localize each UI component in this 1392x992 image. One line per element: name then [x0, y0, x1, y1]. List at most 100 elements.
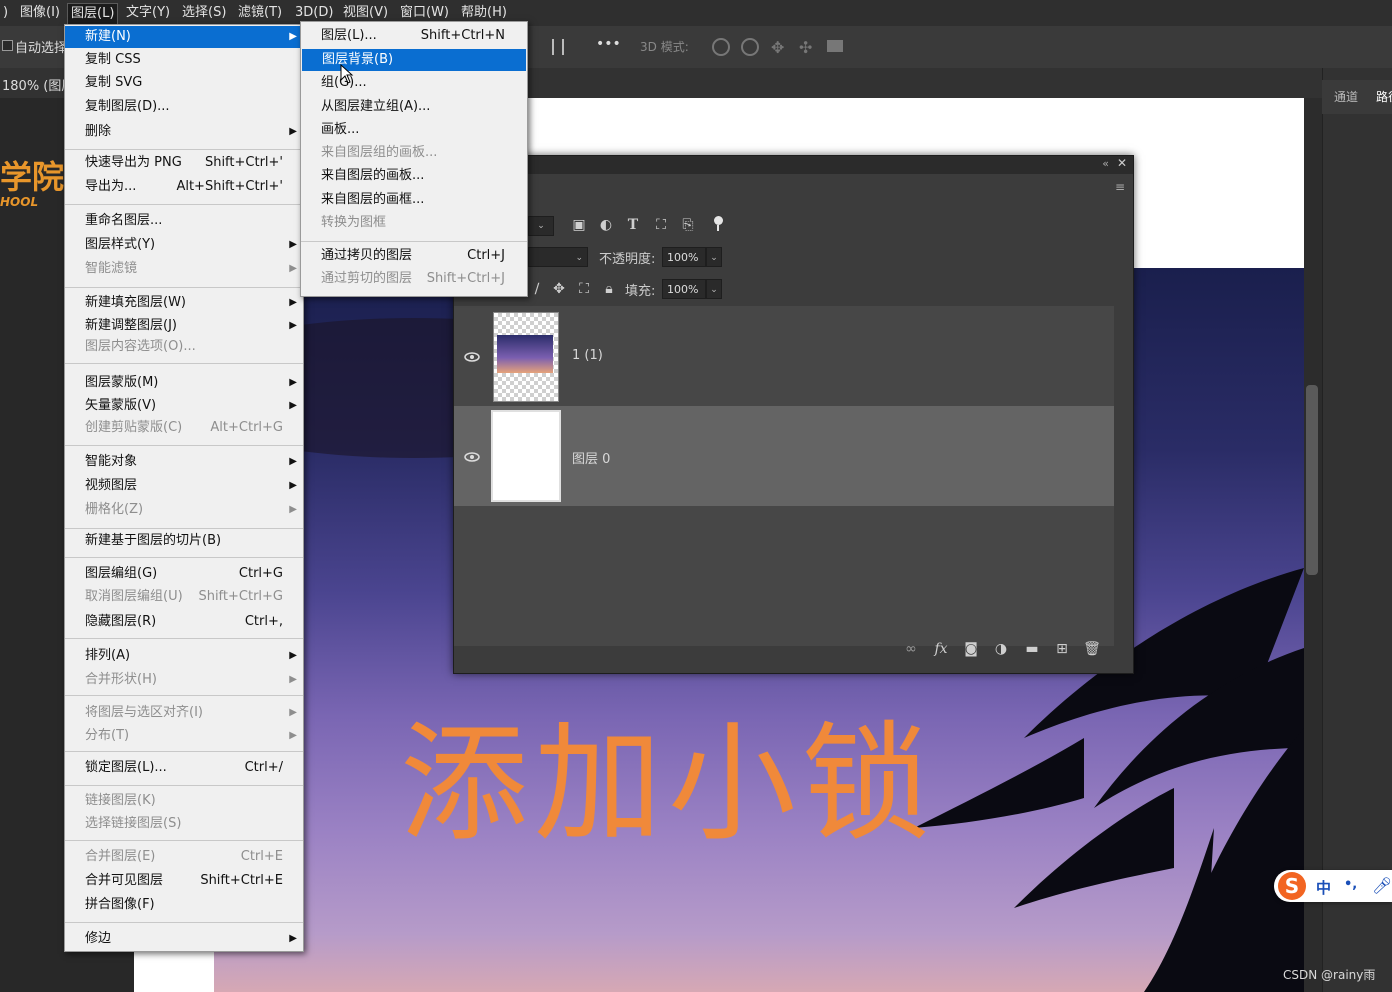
menu-item-layer[interactable]: 图层(L)	[67, 3, 119, 25]
link-layers-icon[interactable]: ∞	[902, 640, 920, 658]
layer-menu-item[interactable]: 取消图层编组(U) Shift+Ctrl+G	[65, 586, 303, 608]
fill-field[interactable]: 100%	[662, 279, 706, 299]
layer-menu-item[interactable]: 图层编组(G) Ctrl+G	[65, 563, 303, 585]
3d-scale-icon[interactable]	[827, 40, 843, 52]
layer-menu-item[interactable]: 选择链接图层(S)	[65, 813, 303, 835]
fill-dropdown[interactable]: ⌄	[706, 279, 722, 299]
3d-orbit-icon[interactable]	[712, 38, 730, 56]
lock-artboard-icon[interactable]: ⛶	[575, 280, 593, 298]
3d-slide-icon[interactable]: ✣	[799, 38, 812, 57]
collapse-icon[interactable]: «	[1102, 157, 1109, 170]
layer-menu-item[interactable]: 修边 ▶	[65, 928, 303, 950]
lock-pixels-brush-icon[interactable]: ∕	[528, 280, 546, 298]
menu-item-3d[interactable]: 3D(D)	[292, 3, 336, 23]
eye-icon[interactable]	[464, 452, 480, 462]
filter-shape-icon[interactable]: ⛶	[652, 216, 670, 234]
menu-item-select[interactable]: 选择(S)	[179, 3, 229, 23]
layer-menu-item[interactable]: 图层内容选项(O)...	[65, 336, 303, 358]
layer-row[interactable]: 1 (1)	[454, 306, 1114, 406]
new-layer-icon[interactable]: ⊞	[1053, 640, 1071, 658]
filter-type-icon[interactable]: T	[624, 216, 642, 234]
eye-icon[interactable]	[464, 352, 480, 362]
new-submenu-item[interactable]: 来自图层组的画板...	[301, 142, 525, 164]
3d-pan-icon[interactable]: ✥	[771, 38, 784, 57]
layer-menu-item[interactable]: 图层蒙版(M) ▶	[65, 372, 303, 394]
layer-menu-item[interactable]: 导出为... Alt+Shift+Ctrl+'	[65, 176, 303, 198]
layer-menu-item[interactable]: 删除 ▶	[65, 121, 303, 143]
layer-menu-item[interactable]: 智能滤镜 ▶	[65, 258, 303, 280]
close-icon[interactable]: ✕	[1117, 156, 1127, 170]
filter-image-icon[interactable]: ▣	[570, 216, 588, 234]
menu-item-filter[interactable]: 滤镜(T)	[235, 3, 285, 23]
layer-menu-item[interactable]: 复制图层(D)...	[65, 96, 303, 118]
microphone-icon[interactable]: 🎤︎	[1372, 876, 1392, 895]
filter-kind-dropdown[interactable]: ⌄	[528, 216, 554, 236]
layer-menu-item[interactable]: 排列(A) ▶	[65, 645, 303, 667]
layer-name[interactable]: 图层 0	[572, 448, 610, 467]
new-submenu-item[interactable]: 转换为图框	[301, 212, 525, 234]
filter-toggle-icon[interactable]	[714, 216, 723, 225]
menu-item-image[interactable]: 图像(I)	[17, 3, 63, 23]
layer-menu-item[interactable]: 智能对象 ▶	[65, 451, 303, 473]
layer-menu-item[interactable]: 合并可见图层 Shift+Ctrl+E	[65, 870, 303, 892]
ime-punct[interactable]: •,	[1344, 877, 1357, 892]
layer-menu-item[interactable]: 新建基于图层的切片(B)	[65, 530, 303, 552]
new-submenu-item[interactable]: 图层(L)... Shift+Ctrl+N	[301, 25, 525, 47]
layer-menu-item[interactable]: 栅格化(Z) ▶	[65, 499, 303, 521]
opacity-field[interactable]: 100%	[662, 247, 706, 267]
panel-menu-icon[interactable]: ≡	[1115, 180, 1125, 194]
align-icon[interactable]	[552, 39, 564, 55]
layer-menu-item[interactable]: 将图层与选区对齐(I) ▶	[65, 702, 303, 724]
layer-menu-item[interactable]: 隐藏图层(R) Ctrl+,	[65, 611, 303, 633]
new-submenu-item[interactable]: 通过剪切的图层 Shift+Ctrl+J	[301, 268, 525, 290]
new-submenu-item[interactable]: 通过拷贝的图层 Ctrl+J	[301, 245, 525, 267]
menu-item-type[interactable]: 文字(Y)	[123, 3, 173, 23]
scrollbar-thumb[interactable]	[1306, 385, 1318, 575]
new-submenu-item[interactable]: 组(G)...	[301, 72, 525, 94]
layer-row-selected[interactable]: 图层 0	[454, 406, 1114, 506]
3d-roll-icon[interactable]	[741, 38, 759, 56]
layer-menu-item[interactable]: 合并形状(H) ▶	[65, 669, 303, 691]
tab-channels[interactable]: 通道	[1334, 88, 1358, 105]
layer-menu-item[interactable]: 视频图层 ▶	[65, 475, 303, 497]
new-submenu-item[interactable]: 来自图层的画框...	[301, 189, 525, 211]
adjustment-layer-icon[interactable]: ◑	[992, 640, 1010, 658]
layer-menu-item[interactable]: 链接图层(K)	[65, 790, 303, 812]
fx-icon[interactable]: fx	[932, 640, 950, 658]
new-submenu-item[interactable]: 从图层建立组(A)...	[301, 96, 525, 118]
new-submenu-item[interactable]: 来自图层的画板...	[301, 165, 525, 187]
layer-menu-item[interactable]: 新建(N) ▶	[65, 26, 303, 48]
more-options-button[interactable]: •••	[596, 36, 621, 52]
menu-item-window[interactable]: 窗口(W)	[397, 3, 452, 23]
filter-smartobject-icon[interactable]: ⎘	[679, 216, 697, 234]
layer-menu-item[interactable]: 分布(T) ▶	[65, 725, 303, 747]
ime-toolbar[interactable]: S 中 •, 🎤︎	[1274, 870, 1392, 902]
auto-select-checkbox[interactable]	[2, 40, 13, 51]
lock-all-icon[interactable]: 🔒︎	[600, 280, 618, 298]
lock-position-icon[interactable]: ✥	[550, 280, 568, 298]
ime-lang[interactable]: 中	[1316, 877, 1331, 898]
layer-menu-item[interactable]: 复制 SVG	[65, 72, 303, 94]
layer-menu-item[interactable]: 重命名图层...	[65, 210, 303, 232]
tab-paths[interactable]: 路径	[1376, 88, 1392, 105]
blend-mode-dropdown[interactable]: ⌄	[528, 247, 588, 267]
layer-menu-item[interactable]: 复制 CSS	[65, 49, 303, 71]
new-submenu-item[interactable]: 画板...	[301, 119, 525, 141]
add-mask-icon[interactable]: ◙	[962, 640, 980, 658]
new-group-icon[interactable]: ▬	[1023, 640, 1041, 658]
layer-menu-item[interactable]: 图层样式(Y) ▶	[65, 234, 303, 256]
new-submenu-item[interactable]: 图层背景(B)	[302, 49, 526, 71]
layer-menu-item[interactable]: 新建填充图层(W) ▶	[65, 292, 303, 314]
menu-item-help[interactable]: 帮助(H)	[458, 3, 510, 23]
opacity-dropdown[interactable]: ⌄	[706, 247, 722, 267]
layer-menu-item[interactable]: 新建调整图层(J) ▶	[65, 315, 303, 337]
layer-menu-item[interactable]: 快速导出为 PNG Shift+Ctrl+'	[65, 152, 303, 174]
filter-adjustment-icon[interactable]: ◐	[597, 216, 615, 234]
layer-menu-item[interactable]: 矢量蒙版(V) ▶	[65, 395, 303, 417]
menu-item-view[interactable]: 视图(V)	[340, 3, 391, 23]
layer-name[interactable]: 1 (1)	[572, 348, 603, 363]
delete-layer-icon[interactable]: 🗑︎	[1083, 640, 1101, 658]
menu-item-prev[interactable]: )	[0, 3, 11, 23]
layer-menu-item[interactable]: 创建剪贴蒙版(C) Alt+Ctrl+G	[65, 417, 303, 439]
layer-menu-item[interactable]: 锁定图层(L)... Ctrl+/	[65, 757, 303, 779]
